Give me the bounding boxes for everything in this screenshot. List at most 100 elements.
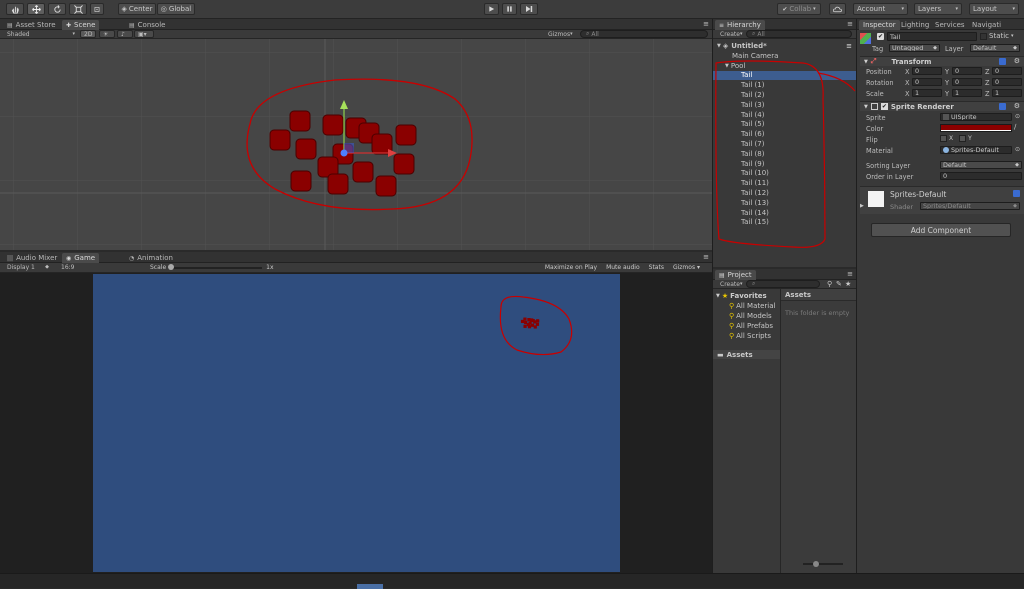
move-tool-button[interactable] <box>27 3 45 15</box>
display-dropdown[interactable]: Display 1 ◆ <box>4 263 52 271</box>
hierarchy-search-input[interactable]: ⌕ All <box>746 30 852 38</box>
filter-label-icon[interactable]: ✎ <box>836 280 842 288</box>
rotation-y-field[interactable]: 0 <box>952 78 982 86</box>
rotation-z-field[interactable]: 0 <box>992 78 1022 86</box>
tab-hierarchy[interactable]: ≡ Hierarchy <box>715 20 765 30</box>
filter-type-icon[interactable]: ⚲ <box>827 280 832 288</box>
icon-size-slider[interactable] <box>803 561 843 567</box>
cloud-button[interactable] <box>829 3 846 15</box>
hierarchy-create-dropdown[interactable]: Create ▾ <box>717 30 743 38</box>
lighting-toggle[interactable]: ☀ <box>99 30 115 38</box>
maximize-on-play-toggle[interactable]: Maximize on Play <box>545 264 597 271</box>
tab-asset-store[interactable]: ▤ Asset Store <box>3 20 60 30</box>
tail-sprite[interactable] <box>327 173 349 195</box>
object-picker-icon[interactable]: ⊙ <box>1015 146 1020 153</box>
pause-button[interactable] <box>502 3 517 15</box>
tail-sprite[interactable] <box>395 124 417 146</box>
help-icon[interactable] <box>999 58 1006 65</box>
static-toggle[interactable]: Static ▾ <box>980 32 1014 40</box>
active-checkbox[interactable]: ✔ <box>877 33 884 40</box>
menu-icon[interactable]: ≡ <box>703 253 709 261</box>
help-icon[interactable] <box>999 103 1006 110</box>
scene-search-input[interactable]: ⌕ All <box>580 30 708 38</box>
rect-tool-button[interactable] <box>90 3 104 15</box>
favorite-item[interactable]: ⚲ All Prefabs <box>729 322 773 330</box>
collab-dropdown[interactable]: ✔ Collab ▾ <box>777 3 821 15</box>
scene-view[interactable] <box>0 39 712 250</box>
object-name-field[interactable]: Tail <box>887 32 977 41</box>
effects-dropdown[interactable]: ▣▾ <box>134 30 154 38</box>
tab-scene[interactable]: ✚ Scene <box>62 20 100 30</box>
toggle-2d-button[interactable]: 2D <box>80 30 96 38</box>
menu-icon[interactable]: ≡ <box>703 20 709 28</box>
tab-audio-mixer[interactable]: ||| Audio Mixer <box>3 253 61 263</box>
flip-x-checkbox[interactable] <box>940 135 947 142</box>
tab-console[interactable]: ▤ Console <box>125 20 169 30</box>
gear-icon[interactable]: ⚙ <box>1014 102 1020 110</box>
favorite-item[interactable]: ⚲ All Material <box>729 302 775 310</box>
shading-mode-dropdown[interactable]: Shaded ▾ <box>4 30 78 38</box>
project-search-input[interactable]: ⌕ <box>746 280 820 288</box>
tail-sprite[interactable] <box>290 170 312 192</box>
assets-folder-row[interactable]: ▬ Assets <box>713 350 780 359</box>
tail-sprite[interactable] <box>393 153 415 175</box>
hand-tool-button[interactable] <box>6 3 24 15</box>
layout-dropdown[interactable]: Layout ▾ <box>969 3 1019 15</box>
account-dropdown[interactable]: Account ▾ <box>853 3 908 15</box>
sprite-field[interactable]: UISprite <box>940 113 1012 121</box>
global-local-toggle[interactable]: ◎ Global <box>157 3 195 15</box>
sprite-renderer-header[interactable]: ▼ ✔ Sprite Renderer ⚙ <box>860 101 1024 111</box>
game-view[interactable] <box>93 274 620 572</box>
flip-y-checkbox[interactable] <box>959 135 967 142</box>
eyedropper-icon[interactable]: ∕ <box>1014 123 1016 131</box>
shader-dropdown[interactable]: Sprites/Default ◆ <box>920 202 1020 210</box>
tab-game[interactable]: ◉ Game <box>62 253 100 263</box>
color-swatch[interactable] <box>940 124 1012 132</box>
favorite-icon[interactable]: ★ <box>845 280 851 288</box>
sorting-layer-dropdown[interactable]: Default ◆ <box>940 161 1022 169</box>
tail-sprite[interactable] <box>352 161 374 183</box>
layers-dropdown[interactable]: Layers ▾ <box>914 3 962 15</box>
position-z-field[interactable]: 0 <box>992 67 1022 75</box>
tab-navigation[interactable]: Navigati <box>968 20 1005 30</box>
pivot-center-toggle[interactable]: ◈ Center <box>118 3 156 15</box>
scale-tool-button[interactable] <box>69 3 87 15</box>
tag-dropdown[interactable]: Untagged ◆ <box>889 44 940 52</box>
position-x-field[interactable]: 0 <box>912 67 942 75</box>
material-field[interactable]: Sprites-Default <box>940 146 1012 154</box>
audio-toggle[interactable]: ♪ <box>117 30 133 38</box>
menu-icon[interactable]: ≡ <box>847 20 853 28</box>
enabled-checkbox[interactable]: ✔ <box>880 103 888 110</box>
layer-dropdown[interactable]: Default ◆ <box>970 44 1020 52</box>
pivot-handle[interactable] <box>340 149 348 157</box>
rotation-x-field[interactable]: 0 <box>912 78 942 86</box>
aspect-dropdown[interactable]: 16:9 <box>58 263 138 271</box>
static-checkbox[interactable] <box>980 32 987 40</box>
add-component-button[interactable]: Add Component <box>871 223 1011 237</box>
chevron-right-icon[interactable]: ▶ <box>860 203 864 209</box>
play-button[interactable] <box>484 3 499 15</box>
favorite-item[interactable]: ⚲ All Scripts <box>729 332 771 340</box>
position-y-field[interactable]: 0 <box>952 67 982 75</box>
favorite-item[interactable]: ⚲ All Models <box>729 312 772 320</box>
stats-toggle[interactable]: Stats <box>649 264 664 271</box>
game-gizmos-dropdown[interactable]: Gizmos ▾ <box>673 264 700 271</box>
icon-size-slider-thumb[interactable] <box>813 561 819 567</box>
tab-project[interactable]: ▤ Project <box>715 270 756 280</box>
favorites-row[interactable]: ▼ ★ Favorites <box>716 292 767 300</box>
transform-header[interactable]: ▼ ⤢ Transform ⚙ <box>860 56 1024 66</box>
rotate-tool-button[interactable] <box>48 3 66 15</box>
tab-animation[interactable]: ◔ Animation <box>125 253 177 263</box>
help-icon[interactable] <box>1013 190 1020 197</box>
scale-x-field[interactable]: 1 <box>912 89 942 97</box>
scale-slider[interactable] <box>168 263 263 270</box>
object-picker-icon[interactable]: ⊙ <box>1015 113 1020 120</box>
tail-sprite[interactable] <box>322 114 344 136</box>
tail-sprite[interactable] <box>375 175 397 197</box>
tab-inspector[interactable]: Inspector <box>859 20 900 30</box>
tail-sprite[interactable] <box>269 129 291 151</box>
scale-z-field[interactable]: 1 <box>992 89 1022 97</box>
gizmos-dropdown[interactable]: Gizmos ▾ <box>545 30 577 38</box>
scale-y-field[interactable]: 1 <box>952 89 982 97</box>
project-create-dropdown[interactable]: Create ▾ <box>717 280 743 288</box>
